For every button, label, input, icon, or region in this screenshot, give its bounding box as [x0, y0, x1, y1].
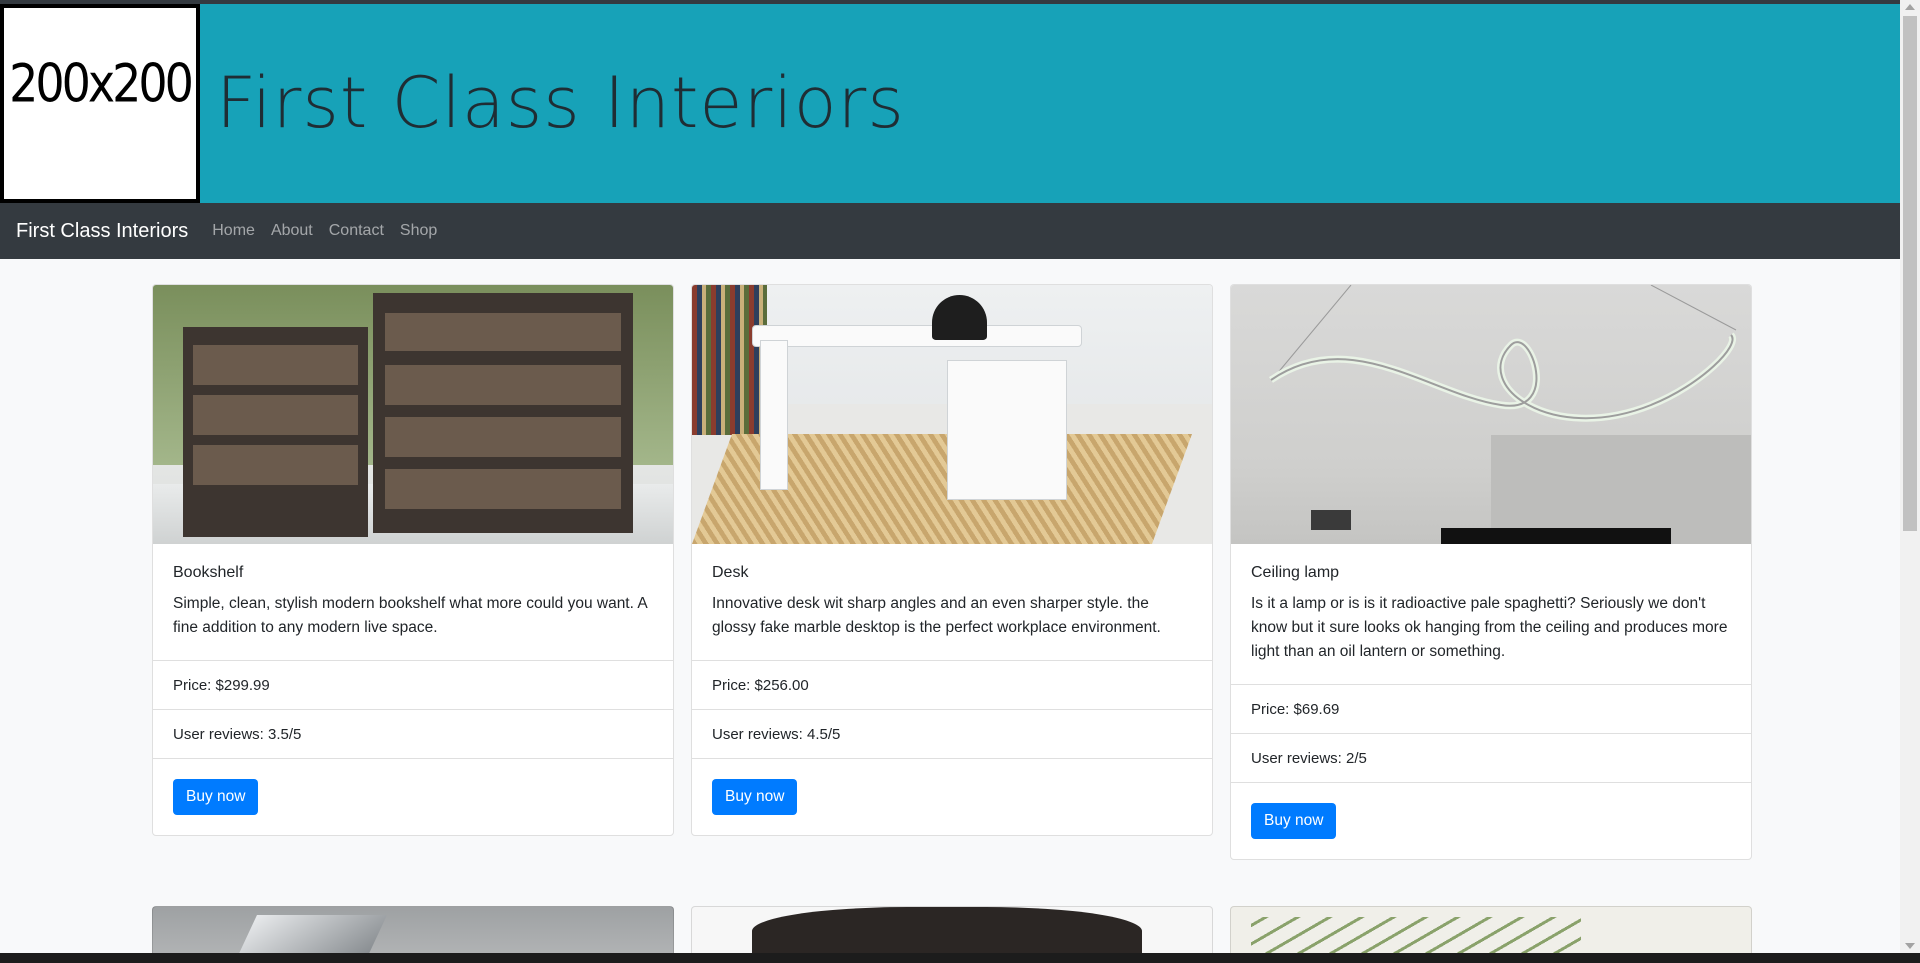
product-title: Ceiling lamp — [1251, 564, 1340, 581]
bookshelf-image — [153, 285, 673, 544]
product-reviews: User reviews: 3.5/5 — [153, 709, 673, 758]
product-price: Price: $69.69 — [1231, 684, 1751, 733]
product-reviews: User reviews: 2/5 — [1231, 733, 1751, 782]
product-card-desk: Desk Innovative desk wit sharp angles an… — [691, 284, 1213, 836]
product-price: Price: $299.99 — [153, 660, 673, 709]
product-card-bookshelf: Bookshelf Simple, clean, stylish modern … — [152, 284, 674, 836]
navbar: First Class Interiors Home About Contact… — [0, 203, 1900, 259]
product-title: Desk — [712, 564, 749, 581]
page-scrollbar[interactable] — [1900, 0, 1920, 953]
buy-now-button[interactable]: Buy now — [173, 779, 259, 815]
navbar-brand[interactable]: First Class Interiors — [16, 220, 188, 243]
product-card-ceiling-lamp: Ceiling lamp Is it a lamp or is is it ra… — [1230, 284, 1752, 860]
site-title: First Class Interiors — [216, 62, 905, 144]
product-description: Innovative desk wit sharp angles and an … — [712, 595, 1161, 636]
nav-link-contact[interactable]: Contact — [329, 222, 384, 240]
scroll-thumb[interactable] — [1903, 16, 1917, 531]
nav-link-shop[interactable]: Shop — [400, 222, 437, 240]
logo-text: 200x200 — [9, 51, 194, 115]
site-header: 200x200 First Class Interiors — [0, 4, 1900, 203]
buy-now-button[interactable]: Buy now — [712, 779, 798, 815]
product-description: Simple, clean, stylish modern bookshelf … — [173, 595, 647, 636]
nav-link-about[interactable]: About — [271, 222, 313, 240]
scroll-up-icon[interactable] — [1905, 4, 1915, 10]
product-description: Is it a lamp or is is it radioactive pal… — [1251, 595, 1728, 660]
product-price: Price: $256.00 — [692, 660, 1212, 709]
product-title: Bookshelf — [173, 564, 244, 581]
logo-placeholder: 200x200 — [0, 4, 200, 203]
desk-image — [692, 285, 1212, 544]
nav-link-home[interactable]: Home — [212, 222, 255, 240]
buy-now-button[interactable]: Buy now — [1251, 803, 1337, 839]
product-reviews: User reviews: 4.5/5 — [692, 709, 1212, 758]
ceiling-lamp-image — [1231, 285, 1751, 544]
taskbar — [0, 953, 1920, 963]
scroll-down-icon[interactable] — [1905, 943, 1915, 949]
